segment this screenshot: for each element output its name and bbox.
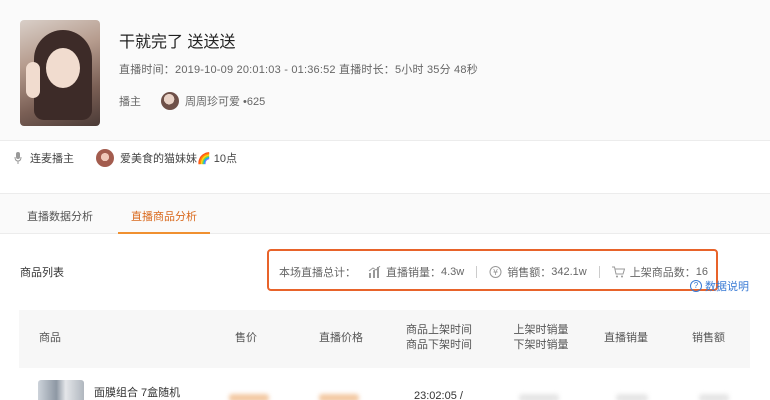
- blurred-value: [319, 394, 359, 400]
- data-explanation-link[interactable]: ? 数据说明: [690, 278, 749, 294]
- anchor-avatar[interactable]: [161, 92, 179, 110]
- anchor-row: 播主 周周珍可爱 •625: [119, 92, 265, 110]
- svg-text:¥: ¥: [493, 268, 498, 277]
- column-on-sales: 上架时销量: [513, 324, 569, 336]
- co-host-label: 连麦播主: [30, 153, 74, 165]
- column-live-price[interactable]: 直播价格: [319, 331, 363, 346]
- column-price[interactable]: 售价: [235, 331, 257, 346]
- column-off-sales: 下架时销量: [513, 339, 569, 351]
- yuan-icon: ¥: [489, 266, 502, 278]
- tab-live-data-analysis[interactable]: 直播数据分析: [27, 208, 93, 224]
- stat-divider: [598, 266, 600, 278]
- anchor-name[interactable]: 周周珍可爱 •625: [185, 93, 265, 109]
- product-thumbnail[interactable]: [38, 380, 84, 400]
- cart-icon: [611, 266, 625, 278]
- blurred-value: [519, 394, 559, 400]
- listed-count-value: 16: [695, 266, 708, 278]
- live-cover-image[interactable]: [20, 20, 100, 126]
- column-product[interactable]: 商品: [39, 331, 61, 346]
- product-on-time: 23:02:05 /: [414, 390, 463, 400]
- product-list-title: 商品列表: [20, 267, 64, 279]
- live-title: 干就完了 送送送: [119, 34, 236, 51]
- bar-chart-icon: [368, 266, 381, 278]
- product-table-header: 商品 售价 直播价格 商品上架时间 商品下架时间 上架时销量 下架时销量 直播销…: [19, 310, 750, 368]
- column-sales-at-listing[interactable]: 上架时销量 下架时销量: [513, 323, 569, 353]
- analysis-tabs: 直播数据分析 直播商品分析: [0, 193, 770, 234]
- co-host-name[interactable]: 爱美食的猫妹妹🌈 10点: [120, 150, 237, 166]
- table-row[interactable]: 面膜组合 7盒随机 23:02:05 /: [19, 368, 750, 400]
- blurred-value: [699, 394, 729, 400]
- live-meta: 直播时间：2019-10-09 20:01:03 - 01:36:52 直播时长…: [119, 64, 478, 76]
- live-header: 干就完了 送送送 直播时间：2019-10-09 20:01:03 - 01:3…: [0, 0, 770, 140]
- column-on-time: 商品上架时间: [406, 324, 472, 336]
- listed-count-label: 上架商品数：: [629, 267, 696, 279]
- column-listing-time[interactable]: 商品上架时间 商品下架时间: [406, 323, 472, 353]
- column-amount[interactable]: 销售额: [692, 331, 725, 346]
- product-name[interactable]: 面膜组合 7盒随机: [94, 384, 180, 400]
- column-live-sales[interactable]: 直播销量: [604, 331, 648, 346]
- active-tab-indicator: [118, 232, 210, 234]
- column-off-time: 商品下架时间: [406, 339, 472, 351]
- co-host-row: 连麦播主 爱美食的猫妹妹🌈 10点: [14, 148, 237, 168]
- live-totals-highlight: 本场直播总计： 直播销量： 4.3w ¥ 销售额： 342.1w 上架商品数： …: [267, 249, 718, 291]
- microphone-icon: [14, 152, 22, 164]
- totals-prefix: 本场直播总计：: [279, 267, 356, 279]
- co-host-avatar[interactable]: [96, 149, 114, 167]
- blurred-value: [229, 394, 269, 400]
- question-icon: ?: [690, 280, 702, 292]
- divider: [0, 140, 770, 141]
- blurred-value: [616, 394, 648, 400]
- sales-amount-label: 销售额：: [507, 267, 552, 279]
- sales-volume-label: 直播销量：: [386, 267, 441, 279]
- sales-amount-value: 342.1w: [551, 266, 587, 278]
- stat-divider: [476, 266, 478, 278]
- live-totals: 本场直播总计： 直播销量： 4.3w ¥ 销售额： 342.1w 上架商品数： …: [279, 264, 708, 280]
- tab-live-product-analysis[interactable]: 直播商品分析: [131, 208, 197, 224]
- sales-volume-value: 4.3w: [441, 266, 465, 278]
- anchor-label: 播主: [119, 96, 141, 108]
- data-explanation-label[interactable]: 数据说明: [705, 278, 749, 294]
